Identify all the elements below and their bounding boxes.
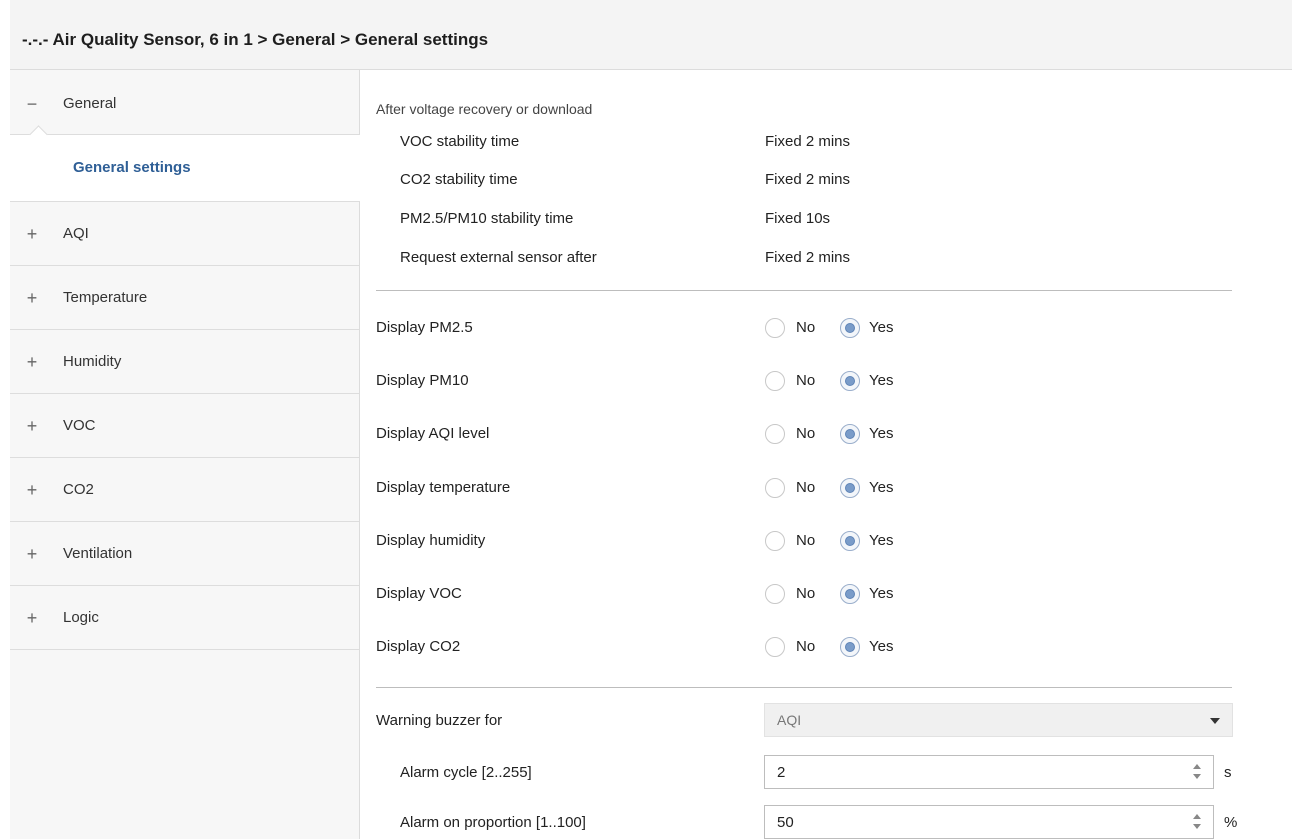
info-value: Fixed 10s bbox=[765, 210, 831, 227]
radio-yes-label[interactable]: Yes bbox=[869, 638, 893, 655]
sidebar-item-temperature[interactable]: + Temperature bbox=[10, 266, 359, 330]
radio-no-label[interactable]: No bbox=[796, 319, 815, 336]
expand-icon[interactable]: + bbox=[24, 458, 40, 522]
sidebar-item-label: General bbox=[63, 95, 117, 112]
display-pm10-label: Display PM10 bbox=[376, 372, 469, 389]
warning-buzzer-label: Warning buzzer for bbox=[376, 712, 503, 729]
alarm-on-proportion-unit: % bbox=[1224, 814, 1238, 831]
radio-yes[interactable] bbox=[840, 424, 860, 444]
sidebar-item-voc[interactable]: + VOC bbox=[10, 394, 359, 458]
collapse-icon[interactable]: − bbox=[24, 76, 40, 132]
divider bbox=[376, 687, 1232, 688]
expand-icon[interactable]: + bbox=[24, 586, 40, 650]
info-label: Request external sensor after bbox=[400, 249, 597, 266]
page-title: -.-.- Air Quality Sensor, 6 in 1 > Gener… bbox=[22, 30, 489, 49]
info-value: Fixed 2 mins bbox=[765, 249, 851, 266]
radio-yes-label[interactable]: Yes bbox=[869, 425, 893, 442]
spin-arrows bbox=[1193, 764, 1203, 782]
alarm-cycle-unit: s bbox=[1224, 764, 1232, 781]
sidebar-item-humidity[interactable]: + Humidity bbox=[10, 330, 359, 394]
alarm-cycle-stepper[interactable]: 2 bbox=[764, 755, 1214, 789]
radio-no-label[interactable]: No bbox=[796, 585, 815, 602]
sidebar-item-general[interactable]: − General bbox=[10, 70, 359, 134]
radio-yes-label[interactable]: Yes bbox=[869, 585, 893, 602]
info-label: CO2 stability time bbox=[400, 171, 518, 188]
alarm-cycle-value: 2 bbox=[777, 764, 786, 781]
divider bbox=[376, 290, 1232, 291]
radio-yes-label[interactable]: Yes bbox=[869, 532, 893, 549]
sidebar-item-label: General settings bbox=[73, 159, 191, 176]
radio-no-label[interactable]: No bbox=[796, 425, 815, 442]
spin-down-icon[interactable] bbox=[1193, 824, 1201, 829]
radio-yes[interactable] bbox=[840, 478, 860, 498]
sidebar-item-label: AQI bbox=[63, 225, 89, 242]
alarm-on-proportion-stepper[interactable]: 50 bbox=[764, 805, 1214, 839]
sidebar-item-label: Temperature bbox=[63, 289, 148, 306]
alarm-on-proportion-value: 50 bbox=[777, 814, 794, 831]
expand-icon[interactable]: + bbox=[24, 522, 40, 586]
info-label: VOC stability time bbox=[400, 133, 520, 150]
display-voc-label: Display VOC bbox=[376, 585, 462, 602]
info-value: Fixed 2 mins bbox=[765, 171, 851, 188]
radio-no-label[interactable]: No bbox=[796, 532, 815, 549]
title-bar: -.-.- Air Quality Sensor, 6 in 1 > Gener… bbox=[10, 0, 1292, 70]
settings-panel: After voltage recovery or download VOC s… bbox=[360, 70, 1292, 839]
section-heading: After voltage recovery or download bbox=[376, 101, 593, 117]
alarm-on-proportion-label: Alarm on proportion [1..100] bbox=[400, 814, 586, 831]
radio-yes[interactable] bbox=[840, 371, 860, 391]
radio-no-label[interactable]: No bbox=[796, 479, 815, 496]
expand-icon[interactable]: + bbox=[24, 394, 40, 458]
sidebar-item-label: Humidity bbox=[63, 353, 122, 370]
sidebar-item-co2[interactable]: + CO2 bbox=[10, 458, 359, 522]
radio-no[interactable] bbox=[765, 531, 785, 551]
warning-buzzer-dropdown[interactable]: AQI bbox=[764, 703, 1233, 737]
expand-icon[interactable]: + bbox=[24, 266, 40, 330]
radio-no[interactable] bbox=[765, 371, 785, 391]
display-temperature-label: Display temperature bbox=[376, 479, 511, 496]
spin-down-icon[interactable] bbox=[1193, 774, 1201, 779]
sidebar-item-label: Ventilation bbox=[63, 545, 133, 562]
radio-no[interactable] bbox=[765, 478, 785, 498]
radio-yes[interactable] bbox=[840, 584, 860, 604]
sidebar-item-aqi[interactable]: + AQI bbox=[10, 202, 359, 266]
info-label: PM2.5/PM10 stability time bbox=[400, 210, 574, 227]
display-co2-label: Display CO2 bbox=[376, 638, 461, 655]
radio-yes-label[interactable]: Yes bbox=[869, 479, 893, 496]
display-aqi-level-label: Display AQI level bbox=[376, 425, 490, 442]
expand-icon[interactable]: + bbox=[24, 330, 40, 394]
radio-no[interactable] bbox=[765, 637, 785, 657]
display-pm25-label: Display PM2.5 bbox=[376, 319, 473, 336]
radio-no-label[interactable]: No bbox=[796, 638, 815, 655]
chevron-down-icon[interactable] bbox=[1210, 718, 1220, 724]
sidebar: − General General settings + AQI + Tempe… bbox=[10, 70, 361, 839]
spin-up-icon[interactable] bbox=[1193, 764, 1201, 769]
sidebar-item-ventilation[interactable]: + Ventilation bbox=[10, 522, 359, 586]
spin-arrows bbox=[1193, 814, 1203, 832]
radio-yes[interactable] bbox=[840, 637, 860, 657]
sidebar-item-label: Logic bbox=[63, 609, 99, 626]
radio-yes-label[interactable]: Yes bbox=[869, 372, 893, 389]
radio-no[interactable] bbox=[765, 584, 785, 604]
expand-icon[interactable]: + bbox=[24, 202, 40, 266]
radio-no[interactable] bbox=[765, 318, 785, 338]
sidebar-item-label: VOC bbox=[63, 417, 96, 434]
alarm-cycle-label: Alarm cycle [2..255] bbox=[400, 764, 532, 781]
radio-no-label[interactable]: No bbox=[796, 372, 815, 389]
radio-yes[interactable] bbox=[840, 318, 860, 338]
sidebar-item-logic[interactable]: + Logic bbox=[10, 586, 359, 650]
warning-buzzer-value: AQI bbox=[777, 712, 802, 728]
display-humidity-label: Display humidity bbox=[376, 532, 486, 549]
radio-yes-label[interactable]: Yes bbox=[869, 319, 893, 336]
sidebar-item-label: CO2 bbox=[63, 481, 94, 498]
radio-yes[interactable] bbox=[840, 531, 860, 551]
spin-up-icon[interactable] bbox=[1193, 814, 1201, 819]
info-value: Fixed 2 mins bbox=[765, 133, 851, 150]
radio-no[interactable] bbox=[765, 424, 785, 444]
sidebar-item-general-settings[interactable]: General settings bbox=[10, 125, 361, 202]
